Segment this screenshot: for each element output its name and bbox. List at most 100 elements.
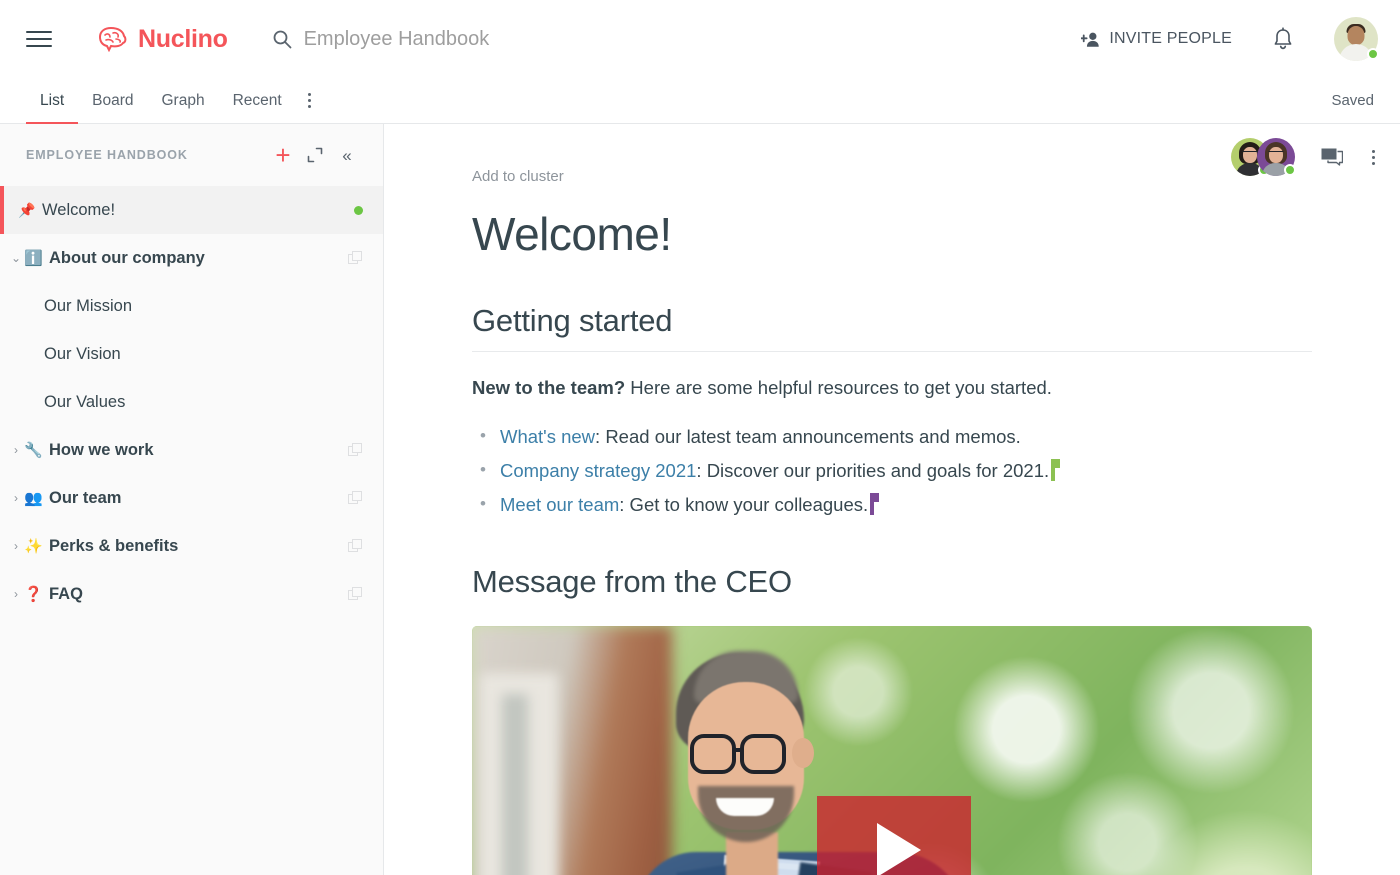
sidebar-item-label: Welcome! — [42, 200, 116, 219]
person-ear — [792, 738, 814, 769]
sidebar-item-how-we-work[interactable]: › 🔧 How we work — [0, 426, 383, 474]
tab-recent-label: Recent — [232, 91, 282, 109]
save-status: Saved — [1331, 92, 1374, 109]
sidebar: EMPLOYEE HANDBOOK + « 📌 Welcome! ⌄ ℹ️ Ab… — [0, 124, 384, 875]
sidebar-item-perks-benefits[interactable]: › ✨ Perks & benefits — [0, 522, 383, 570]
chevron-right-icon[interactable]: › — [8, 540, 24, 552]
tab-more-button[interactable] — [296, 78, 323, 123]
sidebar-item-right — [348, 442, 363, 458]
hamburger-icon[interactable] — [26, 29, 52, 49]
status-badge-online — [1284, 164, 1296, 176]
avatar-face — [1243, 147, 1257, 163]
view-tab-bar: List Board Graph Recent Saved — [0, 78, 1400, 124]
chevron-right-icon[interactable]: › — [8, 444, 24, 456]
video-window — [480, 673, 558, 875]
avatar-face — [1269, 147, 1283, 163]
duplicate-icon[interactable] — [348, 442, 363, 458]
expand-icon — [307, 147, 323, 163]
wrench-emoji-icon: 🔧 — [24, 442, 43, 459]
play-triangle — [877, 823, 921, 875]
tab-graph[interactable]: Graph — [148, 79, 219, 124]
sidebar-item-faq[interactable]: › ❓ FAQ — [0, 570, 383, 618]
user-avatar[interactable] — [1334, 17, 1379, 61]
chevron-right-icon[interactable]: › — [8, 588, 24, 600]
chevron-right-icon[interactable]: › — [8, 492, 24, 504]
add-person-icon — [1081, 32, 1100, 47]
sidebar-item-right — [348, 250, 363, 266]
sidebar-header: EMPLOYEE HANDBOOK + « — [0, 124, 383, 186]
expand-button[interactable] — [299, 139, 331, 171]
chevron-double-left-icon: « — [342, 145, 352, 165]
invite-people-label: INVITE PEOPLE — [1109, 30, 1232, 47]
sidebar-item-our-values[interactable]: Our Values — [0, 378, 383, 426]
collaborator-cursor-green — [1051, 458, 1061, 481]
document-body: Add to cluster Welcome! Getting started … — [384, 124, 1400, 875]
brand-logo-link[interactable]: Nuclino — [96, 25, 228, 54]
comment-icon[interactable] — [1321, 148, 1343, 167]
plus-icon: + — [275, 140, 291, 170]
link-whats-new[interactable]: What's new — [500, 426, 595, 447]
section-heading-ceo-message: Message from the CEO — [472, 564, 792, 600]
collapse-sidebar-button[interactable]: « — [331, 139, 363, 171]
list-item: Meet our team: Get to know your colleagu… — [472, 488, 1312, 522]
sidebar-item-right — [348, 490, 363, 506]
tab-list[interactable]: List — [26, 79, 79, 124]
intro-bold: New to the team? — [472, 376, 626, 398]
main-content: Add to cluster Welcome! Getting started … — [384, 124, 1400, 875]
link-meet-our-team[interactable]: Meet our team — [500, 494, 619, 515]
document-toolbar — [1231, 138, 1378, 176]
tab-list-label: List — [40, 91, 65, 109]
sidebar-item-right — [348, 538, 363, 554]
add-to-cluster-button[interactable]: Add to cluster — [472, 168, 564, 185]
tab-board-label: Board — [92, 91, 134, 109]
duplicate-icon[interactable] — [348, 538, 363, 554]
sidebar-item-label: Our team — [49, 488, 122, 507]
app-root: Nuclino Employee Handbook INVITE PEOPLE — [0, 0, 1400, 875]
sidebar-item-our-vision[interactable]: Our Vision — [0, 330, 383, 378]
play-button-icon[interactable] — [817, 796, 971, 875]
sidebar-item-label: FAQ — [49, 584, 83, 603]
collaborator-avatar-2[interactable] — [1257, 138, 1296, 176]
avatar-glasses — [1268, 151, 1284, 155]
sidebar-item-about-our-company[interactable]: ⌄ ℹ️ About our company — [0, 234, 383, 282]
avatar-head — [1347, 26, 1365, 45]
more-vertical-icon — [1372, 149, 1375, 165]
document-more-button[interactable] — [1369, 147, 1378, 168]
search-icon — [273, 30, 291, 49]
nuclino-brain-icon — [98, 26, 127, 52]
search-placeholder: Employee Handbook — [303, 27, 490, 50]
bell-icon[interactable] — [1272, 27, 1294, 51]
sparkles-emoji-icon: ✨ — [24, 538, 43, 555]
duplicate-icon[interactable] — [348, 586, 363, 602]
sidebar-item-label: How we work — [49, 440, 154, 459]
intro-rest: Here are some helpful resources to get y… — [625, 376, 1052, 398]
sidebar-item-welcome[interactable]: 📌 Welcome! — [0, 186, 383, 234]
sidebar-item-our-team[interactable]: › 👥 Our team — [0, 474, 383, 522]
search-input[interactable]: Employee Handbook — [272, 28, 1082, 51]
sidebar-tree: 📌 Welcome! ⌄ ℹ️ About our company Our Mi… — [0, 186, 383, 875]
duplicate-icon[interactable] — [348, 250, 363, 266]
more-vertical-icon — [307, 93, 311, 108]
question-emoji-icon: ❓ — [24, 586, 43, 603]
tab-board[interactable]: Board — [78, 79, 147, 124]
body-container: EMPLOYEE HANDBOOK + « 📌 Welcome! ⌄ ℹ️ Ab… — [0, 124, 1400, 875]
chevron-down-icon[interactable]: ⌄ — [8, 252, 24, 264]
link-company-strategy[interactable]: Company strategy 2021 — [500, 460, 696, 481]
sidebar-item-label: Our Vision — [44, 344, 121, 363]
ceo-video-embed[interactable] — [472, 626, 1312, 875]
invite-people-button[interactable]: INVITE PEOPLE — [1081, 30, 1232, 48]
sidebar-item-our-mission[interactable]: Our Mission — [0, 282, 383, 330]
person-glasses-left — [690, 734, 736, 775]
collaborator-cursor-purple — [870, 493, 880, 516]
sidebar-title: EMPLOYEE HANDBOOK — [26, 148, 188, 162]
duplicate-icon[interactable] — [348, 490, 363, 506]
top-bar: Nuclino Employee Handbook INVITE PEOPLE — [0, 0, 1400, 78]
sidebar-item-right — [348, 586, 363, 602]
tab-recent[interactable]: Recent — [219, 79, 296, 124]
add-item-button[interactable]: + — [267, 139, 299, 171]
list-item-text: : Read our latest team announcements and… — [595, 425, 1021, 447]
list-item-text: : Discover our priorities and goals for … — [696, 459, 1050, 481]
person-glasses-bridge — [734, 748, 744, 753]
collaborator-avatars — [1231, 138, 1296, 176]
sidebar-item-label: Perks & benefits — [49, 536, 179, 555]
